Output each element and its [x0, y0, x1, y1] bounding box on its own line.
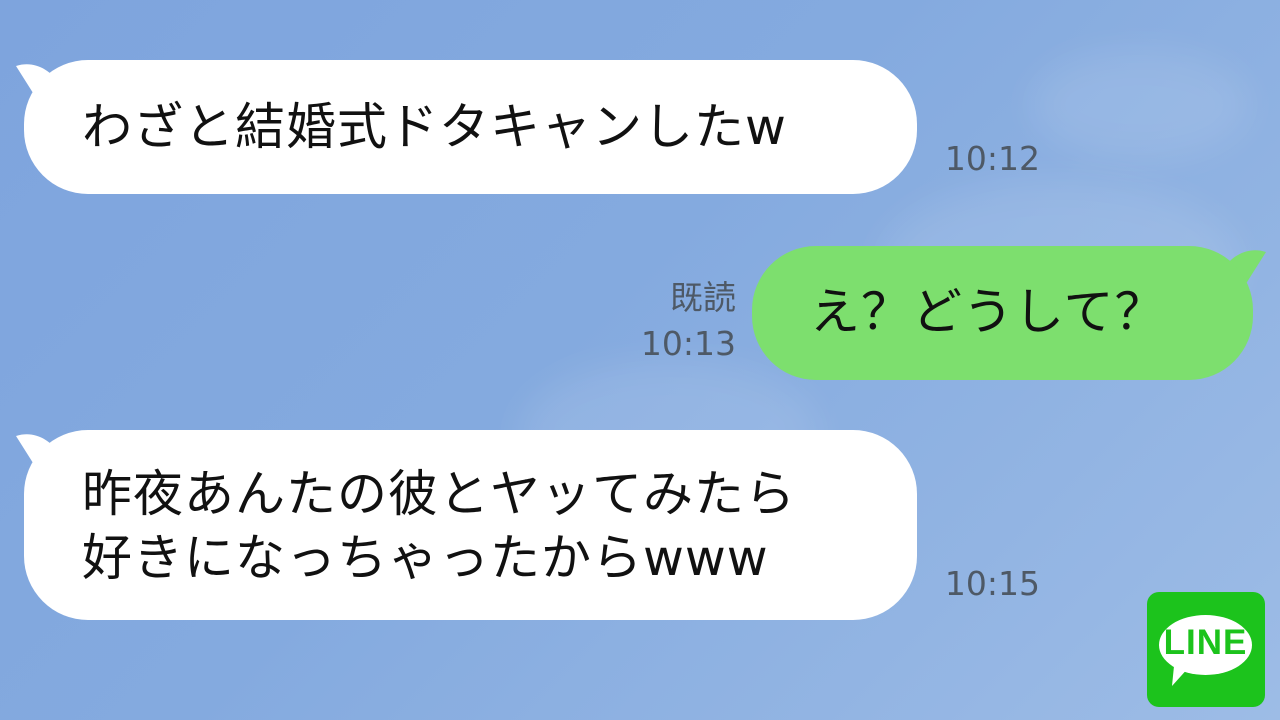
message-bubble[interactable]: わざと結婚式ドタキャンしたw — [24, 60, 917, 194]
message-timestamp: 10:15 — [944, 564, 1040, 603]
read-receipt: 既読 — [670, 278, 736, 317]
message-bubble[interactable]: 昨夜あんたの彼とヤッてみたら 好きになっちゃったからwww — [24, 430, 917, 620]
message-text-line: 昨夜あんたの彼とヤッてみたら — [82, 465, 796, 523]
line-logo-icon: LINE — [1147, 592, 1265, 707]
logo-wordmark: LINE — [1163, 623, 1248, 662]
message-timestamp: 10:13 — [640, 324, 736, 363]
message-text: え？どうして？ — [810, 283, 1166, 341]
message-text-line: 好きになっちゃったからwww — [82, 529, 769, 587]
message-text: わざと結婚式ドタキャンしたw — [82, 98, 787, 156]
message-bubble[interactable]: え？どうして？ — [752, 246, 1253, 380]
background-cloud — [1030, 50, 1250, 160]
message-timestamp: 10:12 — [944, 139, 1040, 178]
speech-balloon-tail — [1172, 666, 1190, 686]
